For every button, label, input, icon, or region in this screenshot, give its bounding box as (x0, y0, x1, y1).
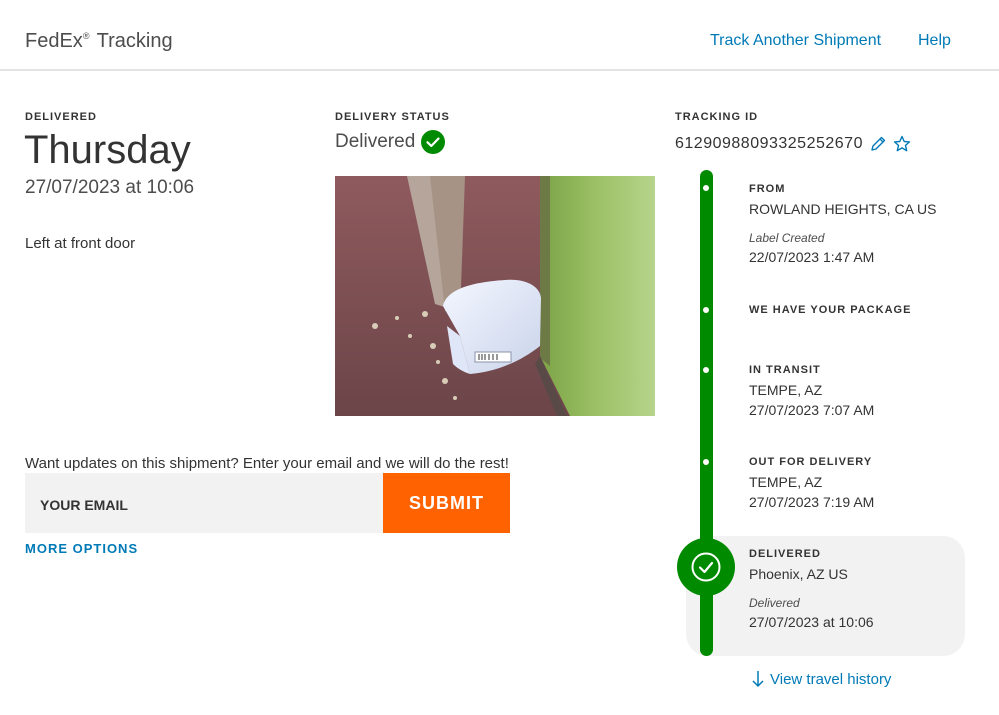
check-circle-icon (421, 130, 446, 154)
email-prompt: Want updates on this shipment? Enter you… (25, 455, 509, 472)
delivery-status-value: Delivered (335, 131, 416, 152)
arrow-down-icon (752, 671, 764, 688)
email-placeholder: YOUR EMAIL (40, 497, 128, 513)
star-icon[interactable] (893, 135, 911, 153)
step-dot (703, 185, 709, 191)
timeline-step-in-transit: IN TRANSIT TEMPE, AZ 27/07/2023 7:07 AM (749, 364, 874, 418)
step-location: TEMPE, AZ (749, 474, 823, 490)
step-title: OUT FOR DELIVERY (749, 456, 873, 468)
brand-logo[interactable]: FedEx® Tracking (25, 30, 173, 53)
track-another-shipment-link[interactable]: Track Another Shipment (710, 32, 881, 50)
proof-of-delivery-photo[interactable] (335, 176, 655, 416)
delivery-datetime: 27/07/2023 at 10:06 (25, 177, 195, 198)
help-link[interactable]: Help (918, 32, 951, 50)
registered-mark: ® (82, 31, 90, 42)
more-options-link[interactable]: MORE OPTIONS (25, 541, 138, 556)
submit-button[interactable]: SUBMIT (383, 473, 510, 533)
brand-suffix: Tracking (96, 30, 173, 52)
package-photo (335, 176, 655, 416)
view-travel-history-label: View travel history (770, 670, 892, 688)
timeline-step-delivered: DELIVERED Phoenix, AZ US Delivered 27/07… (749, 548, 874, 630)
timeline-step-we-have-your-package: WE HAVE YOUR PACKAGE (749, 304, 911, 316)
delivered-label: DELIVERED (25, 111, 97, 123)
step-dot (703, 367, 709, 373)
delivery-note: Left at front door (25, 235, 136, 252)
timeline-step-from: FROM ROWLAND HEIGHTS, CA US Label Create… (749, 183, 936, 265)
step-status: Label Created (749, 231, 825, 245)
tracking-id-label: TRACKING ID (675, 111, 759, 123)
step-location: Phoenix, AZ US (749, 566, 848, 582)
step-dot (703, 459, 709, 465)
delivered-check-icon (677, 538, 735, 596)
step-location: ROWLAND HEIGHTS, CA US (749, 201, 937, 217)
step-title: IN TRANSIT (749, 364, 821, 376)
brand-name: FedEx (25, 30, 83, 52)
timeline-step-out-for-delivery: OUT FOR DELIVERY TEMPE, AZ 27/07/2023 7:… (749, 456, 874, 510)
view-travel-history-link[interactable]: View travel history (752, 670, 891, 688)
step-datetime: 27/07/2023 at 10:06 (749, 614, 874, 630)
step-dot (703, 307, 709, 313)
step-title: DELIVERED (749, 548, 821, 560)
step-datetime: 27/07/2023 7:07 AM (749, 402, 875, 418)
step-title: FROM (749, 183, 786, 195)
delivery-status-label: DELIVERY STATUS (335, 111, 450, 123)
step-status: Delivered (749, 596, 800, 610)
step-location: TEMPE, AZ (749, 382, 823, 398)
email-field[interactable]: YOUR EMAIL (25, 473, 383, 533)
tracking-id-row: 61290988093325252670 (675, 135, 911, 153)
tracking-number: 61290988093325252670 (675, 135, 863, 152)
delivery-day: Thursday (24, 128, 191, 172)
step-datetime: 22/07/2023 1:47 AM (749, 249, 875, 265)
page-header: FedEx® Tracking Track Another Shipment H… (0, 0, 999, 71)
pencil-icon[interactable] (869, 135, 887, 153)
step-title: WE HAVE YOUR PACKAGE (749, 304, 912, 316)
step-datetime: 27/07/2023 7:19 AM (749, 494, 875, 510)
delivery-status: Delivered (335, 130, 446, 154)
